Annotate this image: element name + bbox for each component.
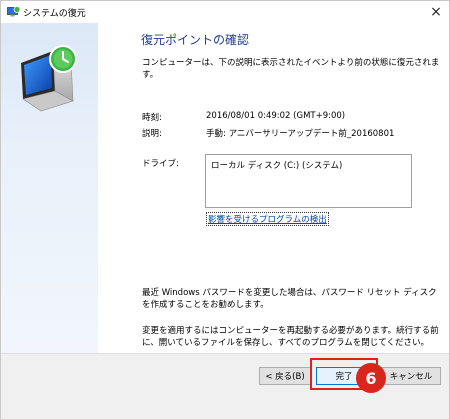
- step-number-badge: 6: [356, 363, 386, 393]
- page-title: 復元ポイントの確認: [141, 33, 250, 47]
- system-restore-illustration-icon: [21, 45, 77, 112]
- system-restore-icon: [7, 6, 20, 17]
- side-panel: [1, 23, 98, 374]
- restart-note: 変更を適用するにはコンピューターを再起動する必要があります。続行する前に、開いて…: [142, 326, 439, 348]
- system-restore-window: システムの復元 × 復元ポイントの確認 コンピューターは、下の説明に表示されたイ…: [0, 0, 450, 419]
- description-value: 手動: アニバーサリーアップデート前_20160801: [206, 129, 395, 139]
- drive-list-item[interactable]: ローカル ディスク (C:) (システム): [211, 159, 406, 171]
- scan-affected-programs-link[interactable]: 影響を受けるプログラムの検出: [206, 212, 329, 226]
- content-area: 復元ポイントの確認 コンピューターは、下の説明に表示されたイベントより前の状態に…: [98, 23, 449, 374]
- back-button[interactable]: < 戻る(B): [259, 367, 311, 385]
- cancel-button[interactable]: キャンセル: [381, 367, 441, 385]
- password-reset-note: 最近 Windows パスワードを変更した場合は、パスワード リセット ディスク…: [142, 288, 437, 310]
- drive-label: ドライブ:: [142, 159, 179, 169]
- window-title: システムの復元: [23, 9, 86, 19]
- drive-list[interactable]: ローカル ディスク (C:) (システム): [205, 154, 412, 208]
- close-icon: ×: [430, 4, 442, 20]
- title-bar: システムの復元 ×: [1, 1, 449, 23]
- time-label: 時刻:: [142, 113, 162, 123]
- description-label: 説明:: [142, 129, 162, 139]
- close-button[interactable]: ×: [423, 1, 449, 23]
- time-value: 2016/08/01 0:49:02 (GMT+9:00): [206, 111, 346, 121]
- page-description: コンピューターは、下の説明に表示されたイベントより前の状態に復元されます。: [142, 58, 440, 80]
